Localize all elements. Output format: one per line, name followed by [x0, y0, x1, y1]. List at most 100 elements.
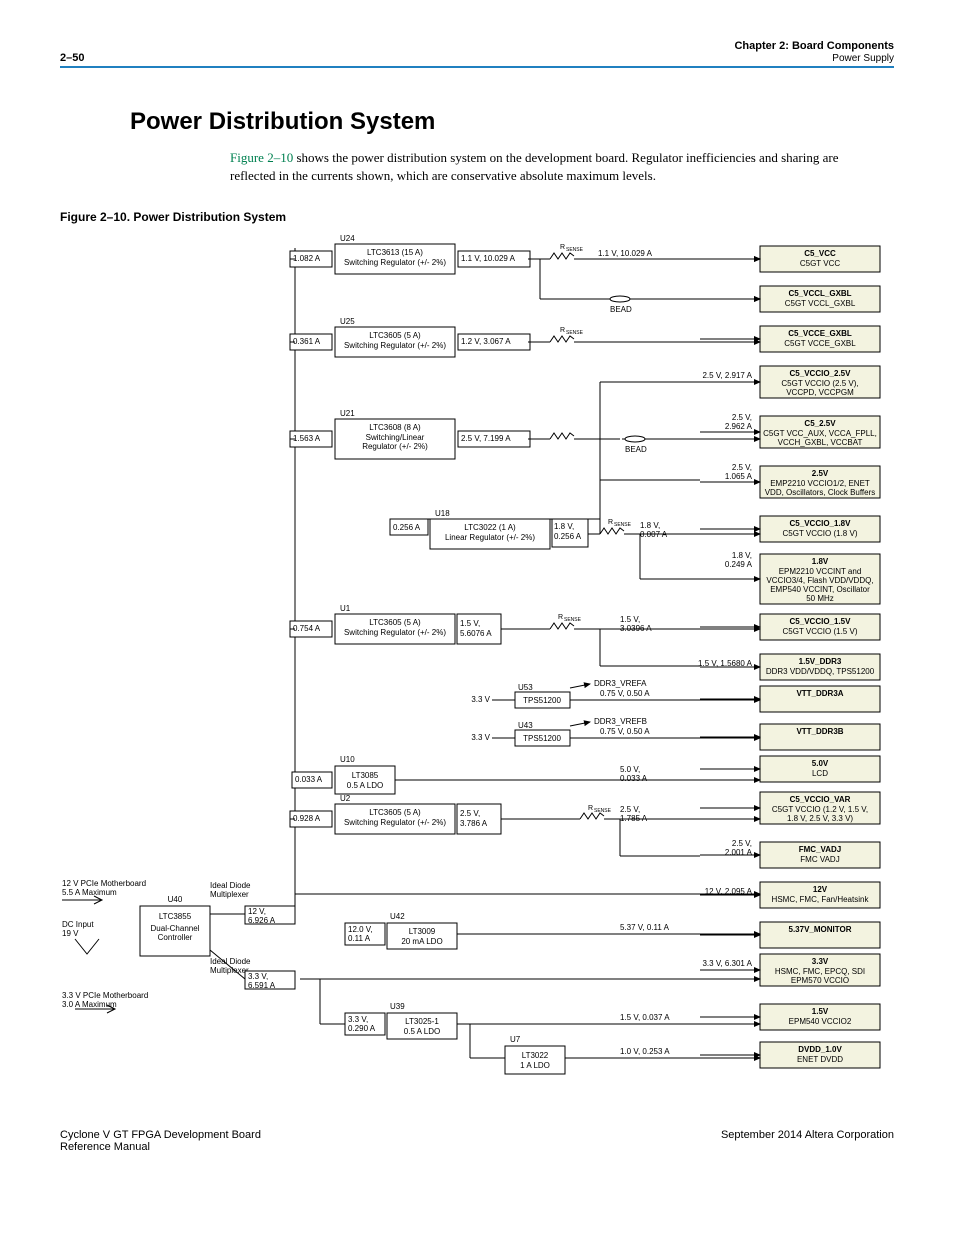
- svg-text:0.033 A: 0.033 A: [295, 775, 323, 784]
- svg-text:EMP2210 VCCIO1/2, ENET: EMP2210 VCCIO1/2, ENET: [770, 479, 870, 488]
- svg-text:1.8 V, 2.5 V, 3.3 V): 1.8 V, 2.5 V, 3.3 V): [787, 814, 853, 823]
- footer-right: September 2014 Altera Corporation: [721, 1129, 894, 1153]
- svg-text:6.926 A: 6.926 A: [248, 916, 276, 925]
- svg-text:0.754 A: 0.754 A: [293, 624, 321, 633]
- svg-text:2.5 V,: 2.5 V,: [732, 463, 752, 472]
- chapter-label: Chapter 2: Board Components Power Supply: [734, 40, 894, 64]
- svg-text:C5_VCC: C5_VCC: [804, 249, 836, 258]
- svg-text:6.591 A: 6.591 A: [248, 981, 276, 990]
- svg-text:1.2 V, 3.067 A: 1.2 V, 3.067 A: [461, 337, 511, 346]
- svg-text:C5_VCCIO_1.8V: C5_VCCIO_1.8V: [790, 519, 852, 528]
- svg-text:C5GT VCC: C5GT VCC: [800, 259, 841, 268]
- svg-text:C5GT VCCIO (1.2 V, 1.5 V,: C5GT VCCIO (1.2 V, 1.5 V,: [772, 805, 868, 814]
- svg-text:Multiplexer: Multiplexer: [210, 890, 249, 899]
- svg-text:C5GT VCCE_GXBL: C5GT VCCE_GXBL: [784, 339, 856, 348]
- svg-text:U42: U42: [390, 912, 405, 921]
- svg-text:5.37 V, 0.11 A: 5.37 V, 0.11 A: [620, 923, 670, 932]
- svg-text:1.065 A: 1.065 A: [725, 472, 753, 481]
- page-footer: Cyclone V GT FPGA Development BoardRefer…: [60, 1129, 894, 1153]
- svg-text:C5GT VCCIO (1.5 V): C5GT VCCIO (1.5 V): [783, 627, 858, 636]
- svg-text:0.11 A: 0.11 A: [348, 934, 371, 943]
- svg-text:VCCIO3/4, Flash VDD/VDDQ,: VCCIO3/4, Flash VDD/VDDQ,: [766, 576, 873, 585]
- svg-text:1.8 V,: 1.8 V,: [732, 551, 752, 560]
- svg-text:2.5 V, 2.917 A: 2.5 V, 2.917 A: [702, 371, 752, 380]
- svg-text:1.0 V, 0.253 A: 1.0 V, 0.253 A: [620, 1047, 670, 1056]
- svg-text:5.0 V,: 5.0 V,: [620, 765, 640, 774]
- svg-text:2.5 V, 7.199 A: 2.5 V, 7.199 A: [461, 434, 511, 443]
- svg-text:U21: U21: [340, 409, 355, 418]
- svg-text:5.6076 A: 5.6076 A: [460, 629, 492, 638]
- svg-text:Switching/Linear: Switching/Linear: [366, 433, 425, 442]
- svg-text:VDD, Oscillators, Clock Buffer: VDD, Oscillators, Clock Buffers: [765, 488, 876, 497]
- svg-text:LTC3022 (1 A): LTC3022 (1 A): [464, 523, 516, 532]
- svg-text:2.5 V,: 2.5 V,: [732, 413, 752, 422]
- svg-text:0.75 V, 0.50 A: 0.75 V, 0.50 A: [600, 689, 650, 698]
- svg-text:LT3025-1: LT3025-1: [405, 1017, 439, 1026]
- svg-text:R: R: [560, 244, 565, 251]
- svg-text:C5_VCCIO_2.5V: C5_VCCIO_2.5V: [790, 369, 852, 378]
- svg-text:0.361 A: 0.361 A: [293, 337, 321, 346]
- svg-text:Controller: Controller: [158, 933, 193, 942]
- svg-text:Dual-Channel: Dual-Channel: [151, 924, 200, 933]
- svg-text:2.5 V,: 2.5 V,: [732, 839, 752, 848]
- svg-text:1.8V: 1.8V: [812, 557, 829, 566]
- svg-text:12V: 12V: [813, 885, 828, 894]
- svg-text:EPM2210 VCCINT and: EPM2210 VCCINT and: [779, 567, 862, 576]
- svg-text:DVDD_1.0V: DVDD_1.0V: [798, 1045, 842, 1054]
- svg-text:FMC_VADJ: FMC_VADJ: [799, 845, 842, 854]
- svg-text:Linear Regulator (+/- 2%): Linear Regulator (+/- 2%): [445, 533, 535, 542]
- svg-text:0.256 A: 0.256 A: [393, 523, 421, 532]
- footer-left: Cyclone V GT FPGA Development BoardRefer…: [60, 1129, 261, 1153]
- svg-text:3.3V: 3.3V: [812, 957, 829, 966]
- svg-text:SENSE: SENSE: [566, 247, 584, 253]
- svg-text:U53: U53: [518, 683, 533, 692]
- svg-text:TPS51200: TPS51200: [523, 696, 561, 705]
- svg-text:1.5 V,: 1.5 V,: [460, 619, 480, 628]
- svg-text:U2: U2: [340, 794, 351, 803]
- svg-text:LTC3855: LTC3855: [159, 912, 192, 921]
- svg-text:1.1 V, 10.029 A: 1.1 V, 10.029 A: [598, 249, 653, 258]
- svg-text:1.5V_DDR3: 1.5V_DDR3: [799, 657, 842, 666]
- svg-text:1.8 V,: 1.8 V,: [554, 522, 574, 531]
- svg-text:U10: U10: [340, 755, 355, 764]
- svg-text:Switching Regulator (+/- 2%): Switching Regulator (+/- 2%): [344, 818, 446, 827]
- svg-text:LTC3613 (15 A): LTC3613 (15 A): [367, 248, 423, 257]
- svg-text:Switching Regulator (+/- 2%): Switching Regulator (+/- 2%): [344, 341, 446, 350]
- svg-text:LTC3605 (5 A): LTC3605 (5 A): [369, 618, 421, 627]
- svg-text:12 V,: 12 V,: [248, 907, 266, 916]
- svg-text:19 V: 19 V: [62, 929, 79, 938]
- svg-text:3.0396 A: 3.0396 A: [620, 624, 652, 633]
- svg-text:2.5V: 2.5V: [812, 469, 829, 478]
- svg-text:1.785 A: 1.785 A: [620, 814, 648, 823]
- svg-text:3.3 V,: 3.3 V,: [348, 1015, 368, 1024]
- svg-text:1.563 A: 1.563 A: [293, 434, 321, 443]
- svg-text:VTT_DDR3A: VTT_DDR3A: [796, 689, 843, 698]
- svg-text:3.786 A: 3.786 A: [460, 819, 488, 828]
- page-number: 2–50: [60, 52, 84, 64]
- svg-text:DDR3_VREFB: DDR3_VREFB: [594, 717, 647, 726]
- svg-text:3.3 V, 6.301 A: 3.3 V, 6.301 A: [702, 959, 752, 968]
- svg-text:2.001 A: 2.001 A: [725, 848, 753, 857]
- svg-text:C5_2.5V: C5_2.5V: [804, 419, 836, 428]
- svg-text:3.3 V PCIe Motherboard: 3.3 V PCIe Motherboard: [62, 991, 148, 1000]
- svg-text:C5GT VCCL_GXBL: C5GT VCCL_GXBL: [785, 299, 856, 308]
- svg-text:LTC3605 (5 A): LTC3605 (5 A): [369, 808, 421, 817]
- svg-text:C5GT VCCIO (1.8 V): C5GT VCCIO (1.8 V): [783, 529, 858, 538]
- svg-text:BEAD: BEAD: [625, 445, 647, 454]
- svg-text:Ideal Diode: Ideal Diode: [210, 957, 251, 966]
- svg-text:0.033 A: 0.033 A: [620, 774, 648, 783]
- svg-text:BEAD: BEAD: [610, 305, 632, 314]
- svg-text:C5_VCCE_GXBL: C5_VCCE_GXBL: [788, 329, 852, 338]
- svg-text:SENSE: SENSE: [614, 522, 632, 528]
- figure-link[interactable]: Figure 2–10: [230, 150, 293, 165]
- svg-text:R: R: [588, 805, 593, 812]
- svg-text:1.5V: 1.5V: [812, 1007, 829, 1016]
- svg-text:50 MHz: 50 MHz: [806, 594, 834, 603]
- svg-text:0.290 A: 0.290 A: [348, 1024, 376, 1033]
- svg-text:HSMC, FMC, Fan/Heatsink: HSMC, FMC, Fan/Heatsink: [772, 895, 870, 904]
- svg-text:3.0 A Maximum: 3.0 A Maximum: [62, 1000, 117, 1009]
- svg-text:2.5 V,: 2.5 V,: [620, 805, 640, 814]
- svg-text:SENSE: SENSE: [566, 330, 584, 336]
- power-distribution-diagram: C5_VCCC5GT VCCC5_VCCL_GXBLC5GT VCCL_GXBL…: [60, 234, 894, 1084]
- svg-text:3.3 V: 3.3 V: [471, 695, 490, 704]
